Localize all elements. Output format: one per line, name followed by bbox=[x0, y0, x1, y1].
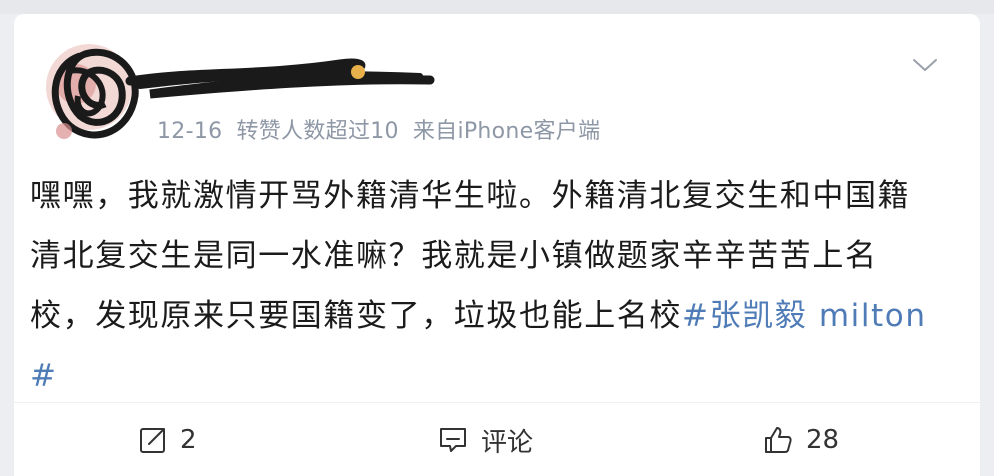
comment-icon bbox=[440, 428, 466, 452]
thumbs-up-icon bbox=[765, 427, 792, 453]
comment-button[interactable]: 评论 bbox=[437, 420, 533, 460]
top-strip bbox=[0, 0, 994, 14]
comment-label: 评论 bbox=[481, 427, 534, 458]
repost-icon bbox=[140, 428, 165, 453]
repost-button[interactable]: 2 bbox=[138, 420, 197, 460]
like-count: 28 bbox=[806, 425, 840, 455]
post-source[interactable]: 来自iPhone客户端 bbox=[413, 119, 601, 144]
post-date: 12-16 bbox=[157, 119, 223, 144]
post-body: 嘿嘿，我就激情开骂外籍清华生啦。外籍清北复交生和中国籍清北复交生是同一水准嘛？我… bbox=[30, 166, 930, 406]
post-meta: 12-16 转赞人数超过10 来自iPhone客户端 bbox=[157, 113, 600, 145]
chevron-down-icon[interactable] bbox=[912, 56, 938, 74]
action-divider bbox=[14, 402, 980, 403]
like-button[interactable]: 28 bbox=[762, 420, 839, 460]
post-visibility: 转赞人数超过10 bbox=[236, 119, 399, 144]
repost-count: 2 bbox=[180, 425, 197, 455]
